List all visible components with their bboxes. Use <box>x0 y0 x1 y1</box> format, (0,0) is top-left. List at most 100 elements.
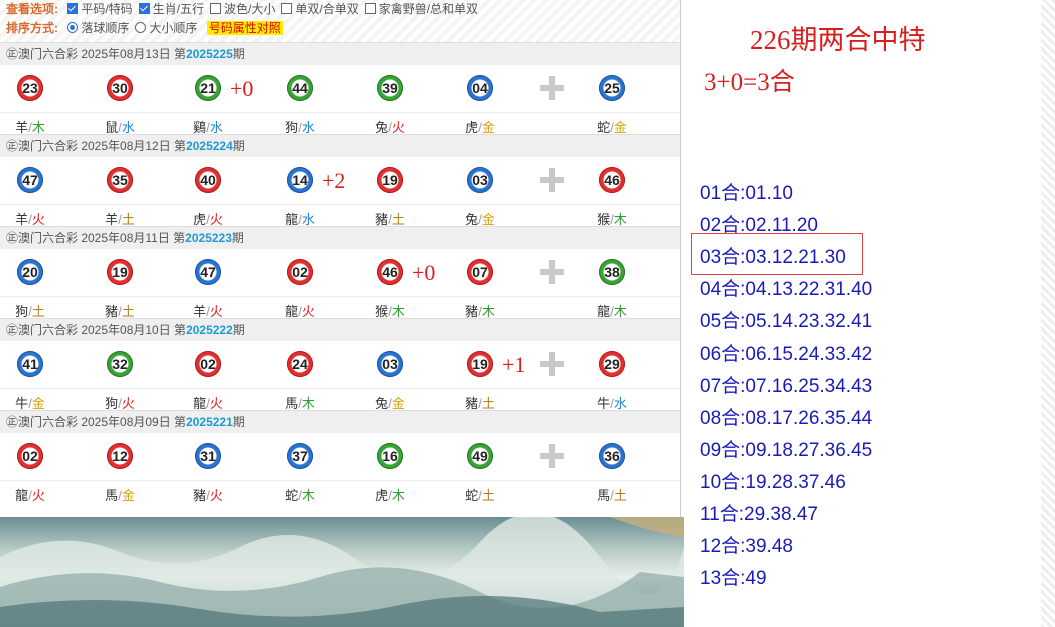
ball-number: 29 <box>604 356 620 372</box>
zodiac-element: 土 <box>481 488 495 503</box>
draw-block: ㊣澳门六合彩 2025年08月12日 第2025224期 47 35 40 14 19 03… <box>0 134 680 227</box>
zodiac-animal: 羊 <box>193 304 207 319</box>
combo-label: 01合: <box>700 183 746 204</box>
number-ball: 07 <box>467 259 493 285</box>
number-ball: 32 <box>107 351 133 377</box>
zodiac-animal: 虎 <box>375 488 389 503</box>
number-ball: 49 <box>467 443 493 469</box>
zodiac-animal: 牛 <box>15 396 29 411</box>
zodiac-animal: 馬 <box>105 488 119 503</box>
zodiac-element: 木 <box>613 304 627 319</box>
attribute-table-button[interactable]: 号码属性对照 <box>206 21 283 35</box>
view-option-checkbox[interactable] <box>210 3 222 14</box>
sort-option-label: 大小顺序 <box>149 21 198 35</box>
draw-block: ㊣澳门六合彩 2025年08月11日 第2025223期 20 19 47 02 46 07… <box>0 226 680 319</box>
combo-numbers: 04.13.22.31.40 <box>745 279 873 301</box>
zodiac-label: 蛇/木 <box>280 485 320 504</box>
ball-number: 12 <box>112 448 128 464</box>
number-ball: 36 <box>599 443 625 469</box>
sort-option-radio[interactable] <box>67 22 79 33</box>
combo-numbers: 05.14.23.32.41 <box>745 311 873 333</box>
zodiac-element: 金 <box>481 120 495 135</box>
combo-row: 07合:07.16.25.34.43 <box>700 371 872 398</box>
number-ball: 19 <box>107 259 133 285</box>
view-option-checkbox[interactable] <box>67 3 79 14</box>
zodiac-element: 木 <box>301 488 315 503</box>
zodiac-element: 土 <box>31 304 45 319</box>
scrollbar[interactable] <box>1041 0 1055 627</box>
view-option-checkbox[interactable] <box>364 3 376 14</box>
zodiac-element: 金 <box>31 396 45 411</box>
ball-number: 03 <box>472 172 488 188</box>
ball-number: 19 <box>382 172 398 188</box>
draw-header: ㊣澳门六合彩 2025年08月10日 第2025222期 <box>0 318 680 341</box>
zodiac-animal: 蛇 <box>285 488 299 503</box>
zodiac-row: 羊/木 鼠/水 鷄/水 狗/水 兔/火 虎/金 蛇/金 <box>0 112 680 135</box>
view-option-checkbox[interactable] <box>138 3 150 14</box>
draw-header-prefix: ㊣澳门六合彩 2025年08月12日 第 <box>6 139 187 153</box>
view-option-2[interactable]: 波色/大小 <box>210 0 275 19</box>
zodiac-element: 金 <box>391 396 405 411</box>
ball-number: 02 <box>200 356 216 372</box>
view-option-0[interactable]: 平码/特码 <box>67 0 133 19</box>
combo-label: 08合: <box>700 407 746 429</box>
plus-icon <box>540 168 564 192</box>
ball-number: 20 <box>22 264 38 280</box>
sort-option-0[interactable]: 落球顺序 <box>67 19 129 38</box>
plus-icon <box>540 260 564 284</box>
zodiac-element: 金 <box>481 212 495 227</box>
sort-option-1[interactable]: 大小顺序 <box>135 19 197 38</box>
ball-number: 36 <box>604 448 620 464</box>
view-option-label: 波色/大小 <box>224 2 276 16</box>
zodiac-element: 火 <box>301 304 315 319</box>
draw-header: ㊣澳门六合彩 2025年08月12日 第2025224期 <box>0 134 680 157</box>
combo-numbers: 09.18.27.36.45 <box>745 439 873 461</box>
zodiac-animal: 龍 <box>597 304 611 319</box>
view-option-4[interactable]: 家禽野兽/总和单双 <box>364 0 478 19</box>
ball-number: 19 <box>472 356 488 372</box>
zodiac-animal: 豬 <box>375 212 389 227</box>
zodiac-animal: 羊 <box>105 212 119 227</box>
handwritten-note: +0 <box>412 260 436 285</box>
zodiac-element: 火 <box>31 488 45 503</box>
combo-label: 02合: <box>700 215 746 237</box>
draw-list: ㊣澳门六合彩 2025年08月13日 第2025225期 23 30 21 44 39 04… <box>0 42 680 504</box>
combo-label: 06合: <box>700 343 746 365</box>
draw-block: ㊣澳门六合彩 2025年08月10日 第2025222期 41 32 02 24 03 19… <box>0 318 680 411</box>
ball-number: 47 <box>200 264 216 280</box>
ball-number: 24 <box>292 356 308 372</box>
combo-row: 04合:04.13.22.31.40 <box>700 274 872 301</box>
number-ball: 39 <box>377 75 403 101</box>
sort-option-radio[interactable] <box>135 22 147 33</box>
combo-label: 03合: <box>700 247 746 269</box>
combo-numbers: 08.17.26.35.44 <box>745 407 873 429</box>
number-ball: 03 <box>467 167 493 193</box>
combo-row: 11合:29.38.47 <box>700 499 818 526</box>
zodiac-animal: 狗 <box>15 304 29 319</box>
zodiac-element: 火 <box>209 488 223 503</box>
zodiac-element: 土 <box>121 304 135 319</box>
zodiac-element: 火 <box>391 120 405 135</box>
ball-number: 37 <box>292 448 308 464</box>
view-option-3[interactable]: 单双/合单双 <box>281 0 359 19</box>
zodiac-element: 火 <box>209 304 223 319</box>
number-ball: 16 <box>377 443 403 469</box>
sort-option-label: 落球顺序 <box>81 21 130 35</box>
ball-number: 46 <box>382 264 398 280</box>
combo-label: 13合: <box>700 568 746 590</box>
view-option-checkbox[interactable] <box>281 3 293 14</box>
combo-label: 09合: <box>700 439 746 461</box>
panel-title: 226期两合中特 <box>750 25 926 55</box>
draw-header-prefix: ㊣澳门六合彩 2025年08月09日 第 <box>6 415 187 429</box>
combo-label: 10合: <box>700 471 746 493</box>
zodiac-element: 火 <box>209 396 223 411</box>
combo-numbers: 07.16.25.34.43 <box>745 375 873 397</box>
view-option-1[interactable]: 生肖/五行 <box>138 0 204 19</box>
number-ball: 38 <box>599 259 625 285</box>
combo-numbers: 49 <box>745 568 767 590</box>
number-ball: 14 <box>287 167 313 193</box>
zodiac-element: 土 <box>391 212 405 227</box>
combo-label: 07合: <box>700 375 746 397</box>
ball-number: 14 <box>292 172 308 188</box>
zodiac-element: 土 <box>121 212 135 227</box>
